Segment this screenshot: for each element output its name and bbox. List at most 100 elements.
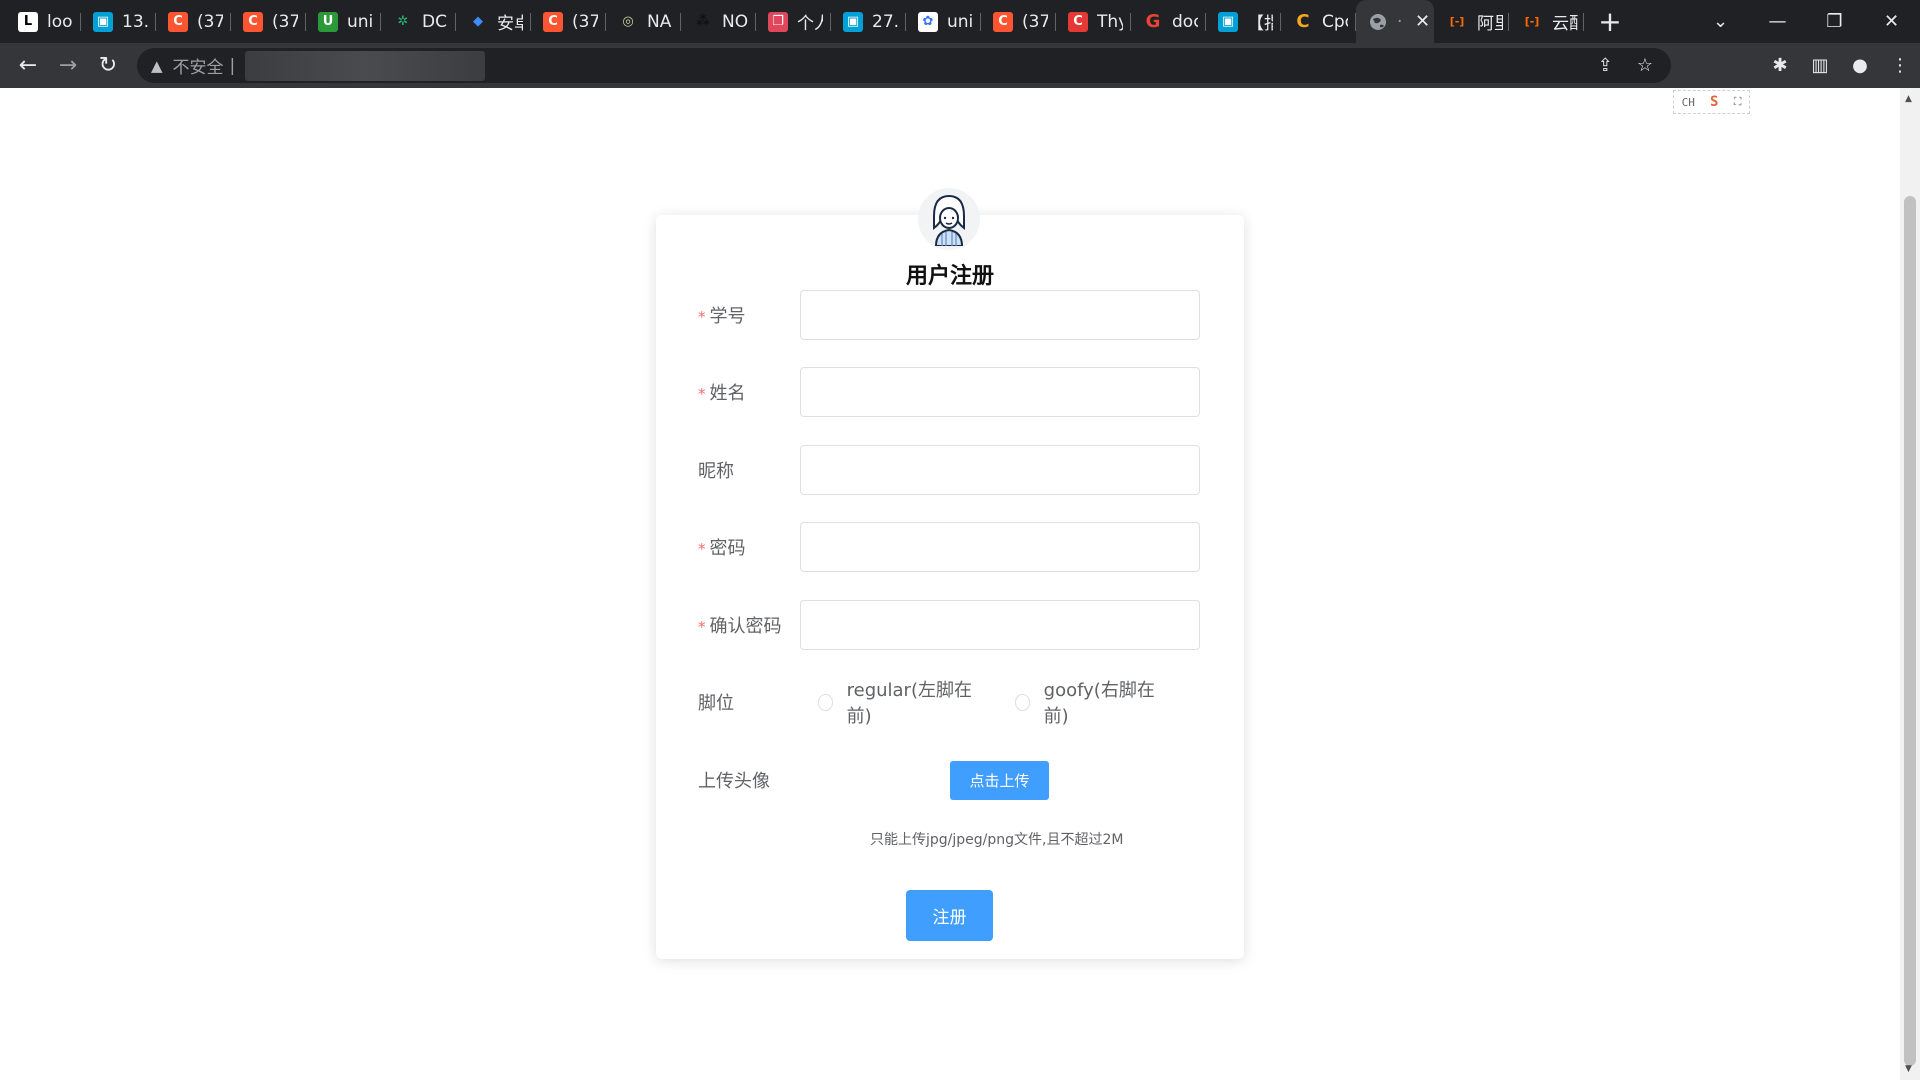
- browser-tab[interactable]: C (37: [231, 0, 306, 43]
- browser-tab[interactable]: ◎ NA: [606, 0, 681, 43]
- new-tab-button[interactable]: +: [1590, 0, 1630, 43]
- radio-goofy[interactable]: goofy(右脚在前): [1015, 676, 1158, 728]
- browser-tab[interactable]: [-] 云配: [1509, 0, 1584, 43]
- field-label: 上传头像: [698, 771, 770, 792]
- browser-tab[interactable]: ✲ DCl: [381, 0, 456, 43]
- avatar: [918, 188, 980, 250]
- tab-title: DCl: [422, 11, 448, 32]
- forward-icon[interactable]: →: [48, 46, 88, 86]
- field-label: * 姓名: [698, 379, 800, 405]
- field-label-text: 确认密码: [709, 616, 782, 637]
- globe-icon: [1368, 12, 1388, 32]
- form-item-stance: 脚位 regular(左脚在前) goofy(右脚在前): [698, 677, 1200, 727]
- extensions-icon[interactable]: ✱: [1760, 46, 1800, 86]
- minimize-icon[interactable]: —: [1749, 0, 1806, 43]
- security-status[interactable]: 不安全: [173, 53, 224, 78]
- tab-title: loo: [47, 11, 73, 32]
- radio-circle-icon[interactable]: [1015, 693, 1030, 711]
- tab-favicon-icon: G: [1145, 11, 1161, 32]
- register-button[interactable]: 注册: [906, 890, 993, 941]
- tab-favicon-icon: ✿: [918, 11, 938, 32]
- form-item-upload-avatar: 上传头像: [698, 755, 1200, 805]
- student-id-input[interactable]: [800, 290, 1200, 340]
- radio-label[interactable]: regular(左脚在前): [847, 676, 973, 728]
- tab-title: 云配: [1552, 14, 1578, 34]
- tab-favicon-icon: C: [1068, 11, 1088, 32]
- tab-favicon-icon: ▣: [843, 11, 863, 32]
- form-item-nickname: 昵称: [698, 445, 1200, 495]
- name-input[interactable]: [800, 367, 1200, 417]
- scroll-down-icon[interactable]: ▼: [1905, 1064, 1912, 1074]
- radio-circle-icon[interactable]: [818, 693, 833, 711]
- form-item-password: * 密码: [698, 522, 1200, 572]
- scroll-up-icon[interactable]: ▲: [1905, 94, 1912, 104]
- share-icon[interactable]: ⇪: [1598, 55, 1613, 76]
- field-label: * 确认密码: [698, 612, 800, 638]
- omnibox-actions: ⇪ ☆: [1598, 55, 1653, 76]
- tab-title: 【指: [1247, 14, 1273, 34]
- browser-tab[interactable]: Gdoc: [1131, 0, 1206, 43]
- browser-tab[interactable]: ❐ 个人: [756, 0, 831, 43]
- close-window-icon[interactable]: ✕: [1863, 0, 1920, 43]
- tab-search-icon[interactable]: ⌄: [1692, 0, 1749, 43]
- browser-tab[interactable]: Lloo: [6, 0, 81, 43]
- tab-title: uni: [947, 11, 973, 32]
- password-input[interactable]: [800, 522, 1200, 572]
- browser-tab[interactable]: C (37: [981, 0, 1056, 43]
- browser-tab[interactable]: Uuni: [306, 0, 381, 43]
- form-item-name: * 姓名: [698, 367, 1200, 417]
- tab-title: (37: [1022, 11, 1048, 32]
- restore-icon[interactable]: ❐: [1806, 0, 1863, 43]
- page-title: 用户注册: [905, 264, 994, 289]
- browser-tab[interactable]: ✿ uni: [906, 0, 981, 43]
- bookmark-star-icon[interactable]: ☆: [1637, 55, 1653, 76]
- tab-favicon-icon: C: [993, 11, 1013, 32]
- browser-tab[interactable]: C Thy: [1056, 0, 1131, 43]
- browser-tab[interactable]: C (37: [531, 0, 606, 43]
- scrollbar-thumb[interactable]: [1904, 196, 1916, 1066]
- user-avatar-icon: [933, 194, 965, 246]
- address-bar[interactable]: ▲ 不安全 | ⇪ ☆: [137, 48, 1671, 83]
- tab-strip: Lloo ▣ 13. C (37 C (37 Uuni ✲ DCl ◆ 安卓 C (37 ◎…: [0, 0, 1920, 43]
- browser-tab[interactable]: ▣ 27.: [831, 0, 906, 43]
- browser-tab[interactable]: C Cpo: [1281, 0, 1356, 43]
- tab-title: (37: [272, 11, 298, 32]
- radio-regular[interactable]: regular(左脚在前): [818, 676, 973, 728]
- tab-title: doc: [1172, 11, 1198, 32]
- nickname-input[interactable]: [800, 445, 1200, 495]
- menu-icon[interactable]: ⋮: [1880, 46, 1920, 86]
- radio-label[interactable]: goofy(右脚在前): [1044, 676, 1158, 728]
- browser-tab[interactable]: [-] 阿里: [1434, 0, 1509, 43]
- field-label: 昵称: [698, 457, 800, 483]
- tab-title: NO: [722, 11, 748, 32]
- side-panel-icon[interactable]: ▥: [1800, 46, 1840, 86]
- confirm-password-input[interactable]: [800, 600, 1200, 650]
- tab-favicon-icon: ⁂: [696, 14, 710, 29]
- tab-favicon-icon: [-]: [1524, 15, 1540, 28]
- tab-title: uni: [347, 11, 373, 32]
- stance-radio-group: regular(左脚在前) goofy(右脚在前): [818, 676, 1200, 728]
- reload-icon[interactable]: ↻: [88, 46, 128, 86]
- upload-button[interactable]: 点击上传: [950, 761, 1049, 800]
- field-label-text: 学号: [709, 306, 746, 327]
- upload-tip: 只能上传jpg/jpeg/png文件,且不超过2M: [870, 832, 1124, 848]
- ime-language[interactable]: CH: [1682, 96, 1695, 109]
- back-icon[interactable]: ←: [8, 46, 48, 86]
- ime-expand-icon[interactable]: ⛶: [1734, 95, 1742, 109]
- ime-logo-icon[interactable]: S: [1710, 94, 1718, 110]
- form-item-student-id: * 学号: [698, 290, 1200, 340]
- ime-toolbar[interactable]: CH S ⛶: [1673, 90, 1750, 114]
- browser-tab[interactable]: ⁂ NO: [681, 0, 756, 43]
- tab-favicon-icon: ◎: [622, 14, 634, 29]
- browser-toolbar: ← → ↻ ▲ 不安全 | ⇪ ☆ ✱ ▥ ● ⋮: [0, 43, 1920, 88]
- browser-tab[interactable]: ◆ 安卓: [456, 0, 531, 43]
- close-tab-icon[interactable]: ✕: [1415, 11, 1430, 32]
- browser-tab[interactable]: ▣ 【指: [1206, 0, 1281, 43]
- browser-tab[interactable]: C (37: [156, 0, 231, 43]
- url-redacted[interactable]: [245, 50, 486, 81]
- warning-icon[interactable]: ▲: [151, 57, 163, 75]
- page-scrollbar[interactable]: ▲ ▼: [1900, 88, 1920, 1080]
- browser-tab[interactable]: ▣ 13.: [81, 0, 156, 43]
- profile-icon[interactable]: ●: [1840, 46, 1880, 86]
- browser-tab-active[interactable]: · ✕: [1356, 0, 1434, 43]
